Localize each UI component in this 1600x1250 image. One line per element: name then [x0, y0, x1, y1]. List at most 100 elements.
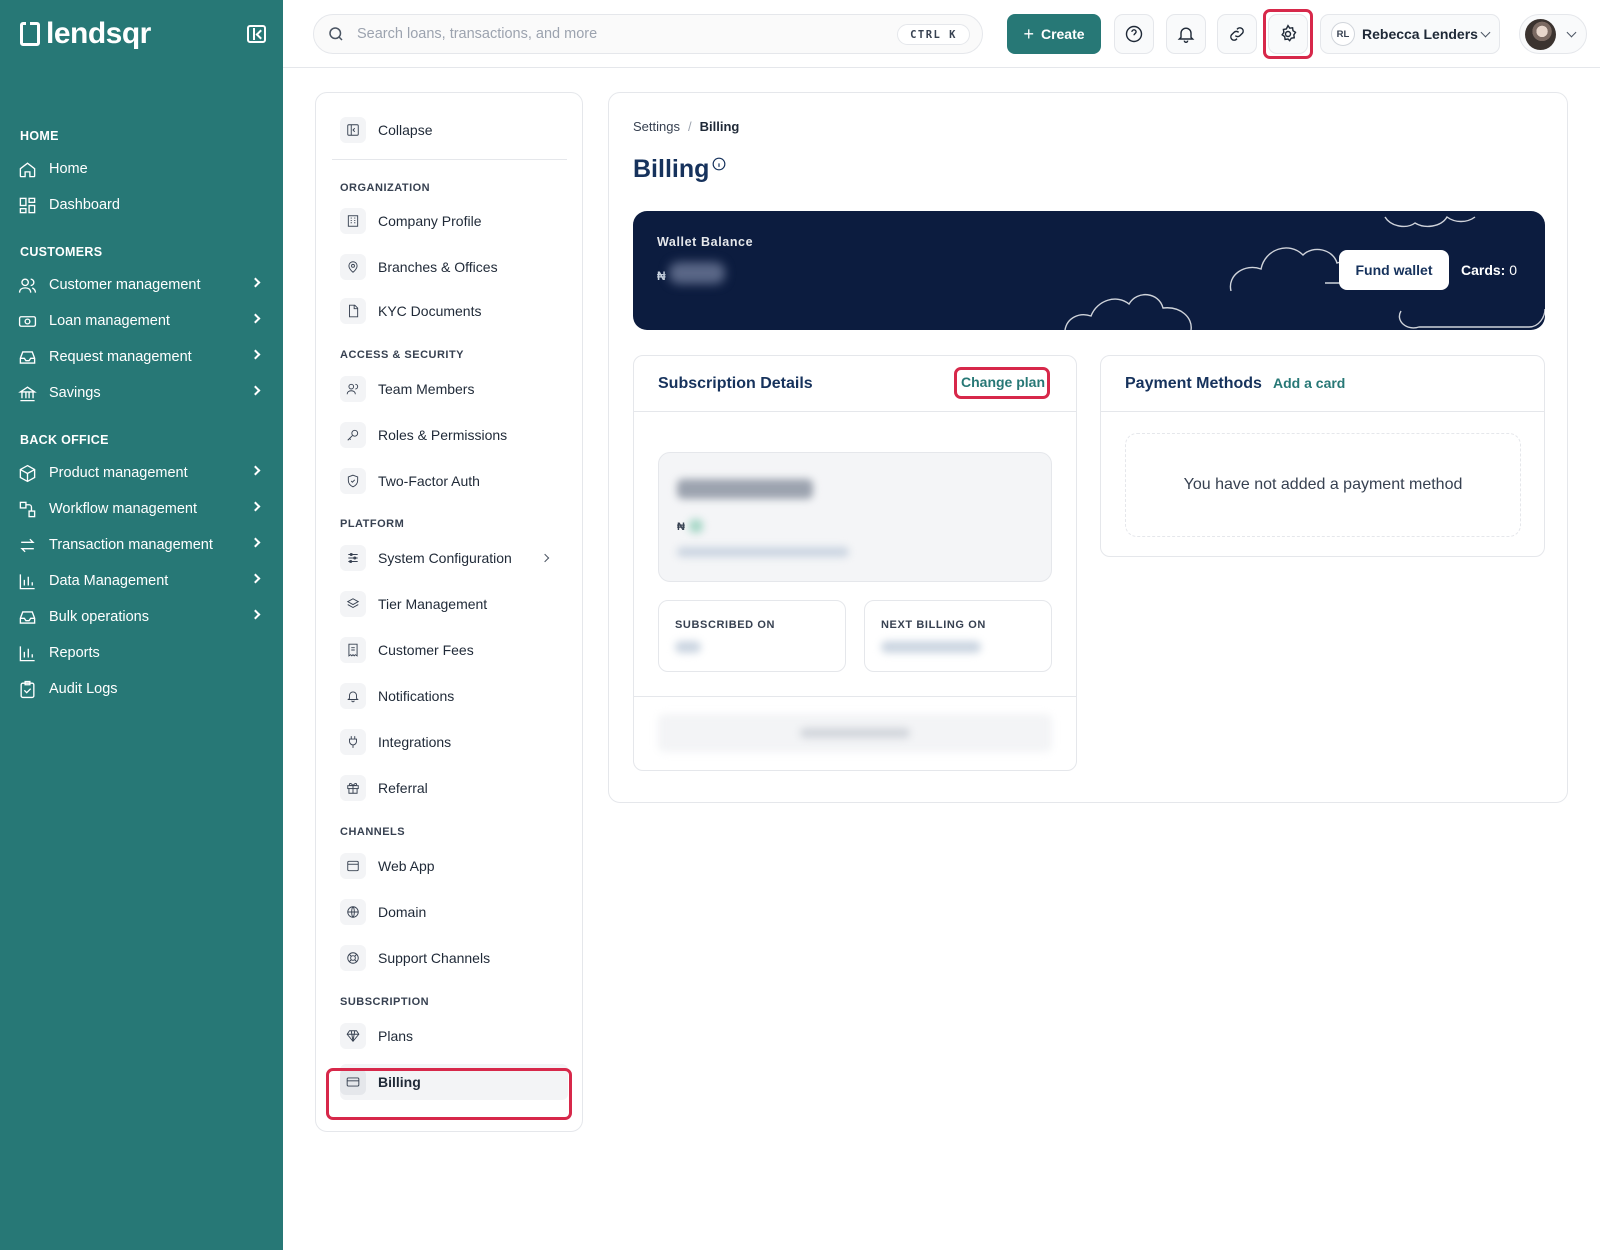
box-icon — [17, 463, 37, 483]
settings-item-label: Two-Factor Auth — [378, 473, 480, 489]
search-bar[interactable]: CTRL K — [313, 14, 983, 54]
payment-methods-card: Payment Methods Add a card You have not … — [1100, 355, 1545, 557]
sidebar-item-customer-management[interactable]: Customer management — [17, 270, 267, 300]
settings-item-system-configuration[interactable]: System Configuration — [340, 540, 568, 576]
settings-item-customer-fees[interactable]: Customer Fees — [340, 632, 568, 668]
sidebar-item-label: Reports — [49, 645, 100, 661]
sidebar-item-home[interactable]: Home — [17, 154, 267, 184]
sidebar-item-loan-management[interactable]: Loan management — [17, 306, 267, 336]
breadcrumb-separator: / — [687, 119, 692, 134]
account-switcher[interactable]: RL Rebecca Lenders — [1320, 14, 1500, 54]
sidebar-item-request-management[interactable]: Request management — [17, 342, 267, 372]
divider — [634, 696, 1076, 697]
sidebar-item-reports[interactable]: Reports — [17, 638, 267, 668]
sidebar-item-data-management[interactable]: Data Management — [17, 566, 267, 596]
chevron-right-icon — [250, 465, 261, 476]
breadcrumb-current: Billing — [699, 119, 740, 134]
dashboard-icon — [17, 195, 37, 215]
wallet-balance-label: Wallet Balance — [657, 235, 754, 249]
create-button[interactable]: + Create — [1007, 14, 1101, 54]
building-icon — [340, 208, 366, 234]
settings-item-label: Referral — [378, 780, 428, 796]
breadcrumb: Settings / Billing — [633, 119, 739, 134]
page-title: Billing — [633, 155, 710, 183]
info-icon[interactable] — [712, 157, 726, 171]
wallet-banner: Wallet Balance ₦ Fund wallet Cards: 0 — [633, 211, 1545, 330]
profile-menu[interactable] — [1519, 14, 1587, 54]
settings-item-notifications[interactable]: Notifications — [340, 678, 568, 714]
settings-item-plans[interactable]: Plans — [340, 1018, 568, 1054]
fund-wallet-button[interactable]: Fund wallet — [1339, 250, 1449, 290]
gear-icon — [1281, 24, 1297, 42]
sidebar-item-audit-logs[interactable]: Audit Logs — [17, 674, 267, 704]
settings-item-branches-offices[interactable]: Branches & Offices — [340, 249, 568, 285]
settings-item-label: Branches & Offices — [378, 259, 498, 275]
divider — [332, 159, 567, 160]
group-heading-subscription: SUBSCRIPTION — [340, 996, 430, 1008]
chevron-right-icon — [250, 385, 261, 396]
browser-icon — [340, 853, 366, 879]
sidebar-item-transaction-management[interactable]: Transaction management — [17, 530, 267, 560]
search-input[interactable] — [357, 26, 877, 42]
link-icon — [1230, 27, 1244, 41]
users-icon — [340, 376, 366, 402]
settings-item-label: Customer Fees — [378, 642, 474, 658]
settings-item-integrations[interactable]: Integrations — [340, 724, 568, 760]
payment-methods-title: Payment Methods — [1125, 375, 1262, 392]
settings-item-label: Integrations — [378, 734, 452, 750]
chevron-right-icon — [540, 553, 550, 563]
sidebar-collapse-icon[interactable] — [247, 25, 266, 43]
next-billing-label: NEXT BILLING ON — [881, 619, 986, 631]
sidebar-item-product-management[interactable]: Product management — [17, 458, 267, 488]
chevron-right-icon — [250, 573, 261, 584]
settings-item-billing[interactable]: Billing — [340, 1064, 568, 1100]
search-icon — [329, 27, 343, 41]
diamond-icon — [340, 1023, 366, 1049]
settings-item-roles-permissions[interactable]: Roles & Permissions — [340, 417, 568, 453]
brand-logo[interactable]: lendsqr — [20, 17, 151, 51]
settings-item-team-members[interactable]: Team Members — [340, 371, 568, 407]
sidebar-item-workflow-management[interactable]: Workflow management — [17, 494, 267, 524]
settings-item-domain[interactable]: Domain — [340, 894, 568, 930]
settings-item-support-channels[interactable]: Support Channels — [340, 940, 568, 976]
account-name: Rebecca Lenders — [1362, 26, 1478, 42]
settings-item-label: Domain — [378, 904, 427, 920]
settings-item-tier-management[interactable]: Tier Management — [340, 586, 568, 622]
create-button-label: Create — [1040, 26, 1085, 42]
sidebar-item-label: Data Management — [49, 573, 169, 589]
settings-collapse-button[interactable]: Collapse — [340, 112, 568, 148]
cards-value: 0 — [1509, 262, 1518, 278]
help-icon — [1125, 25, 1143, 43]
bell-icon — [340, 683, 366, 709]
sidebar-item-dashboard[interactable]: Dashboard — [17, 190, 267, 220]
settings-button[interactable] — [1268, 14, 1308, 54]
sidebar-item-label: Audit Logs — [49, 681, 118, 697]
add-card-link[interactable]: Add a card — [1273, 375, 1345, 391]
notifications-button[interactable] — [1166, 14, 1206, 54]
document-icon — [340, 298, 366, 324]
avatar — [1525, 19, 1556, 50]
change-plan-link[interactable]: Change plan — [961, 374, 1045, 390]
current-plan-box: ₦ — [658, 452, 1052, 582]
sidebar-item-bulk-operations[interactable]: Bulk operations — [17, 602, 267, 632]
section-home: HOME — [20, 129, 59, 143]
sidebar-item-savings[interactable]: Savings — [17, 378, 267, 408]
link-button[interactable] — [1217, 14, 1257, 54]
settings-item-kyc-documents[interactable]: KYC Documents — [340, 293, 568, 329]
settings-item-label: Notifications — [378, 688, 455, 704]
settings-item-label: Support Channels — [378, 950, 491, 966]
chevron-down-icon — [1566, 27, 1577, 38]
settings-item-company-profile[interactable]: Company Profile — [340, 203, 568, 239]
chart-icon — [17, 571, 37, 591]
plug-icon — [340, 729, 366, 755]
next-billing-box: NEXT BILLING ON — [864, 600, 1052, 672]
settings-item-two-factor-auth[interactable]: Two-Factor Auth — [340, 463, 568, 499]
breadcrumb-settings[interactable]: Settings — [633, 119, 680, 134]
keyboard-shortcut: CTRL K — [897, 24, 970, 45]
empty-state-text: You have not added a payment method — [1183, 476, 1463, 493]
help-button[interactable] — [1114, 14, 1154, 54]
settings-item-web-app[interactable]: Web App — [340, 848, 568, 884]
sidebar-item-label: Transaction management — [49, 537, 213, 553]
settings-item-label: Plans — [378, 1028, 414, 1044]
settings-item-referral[interactable]: Referral — [340, 770, 568, 806]
